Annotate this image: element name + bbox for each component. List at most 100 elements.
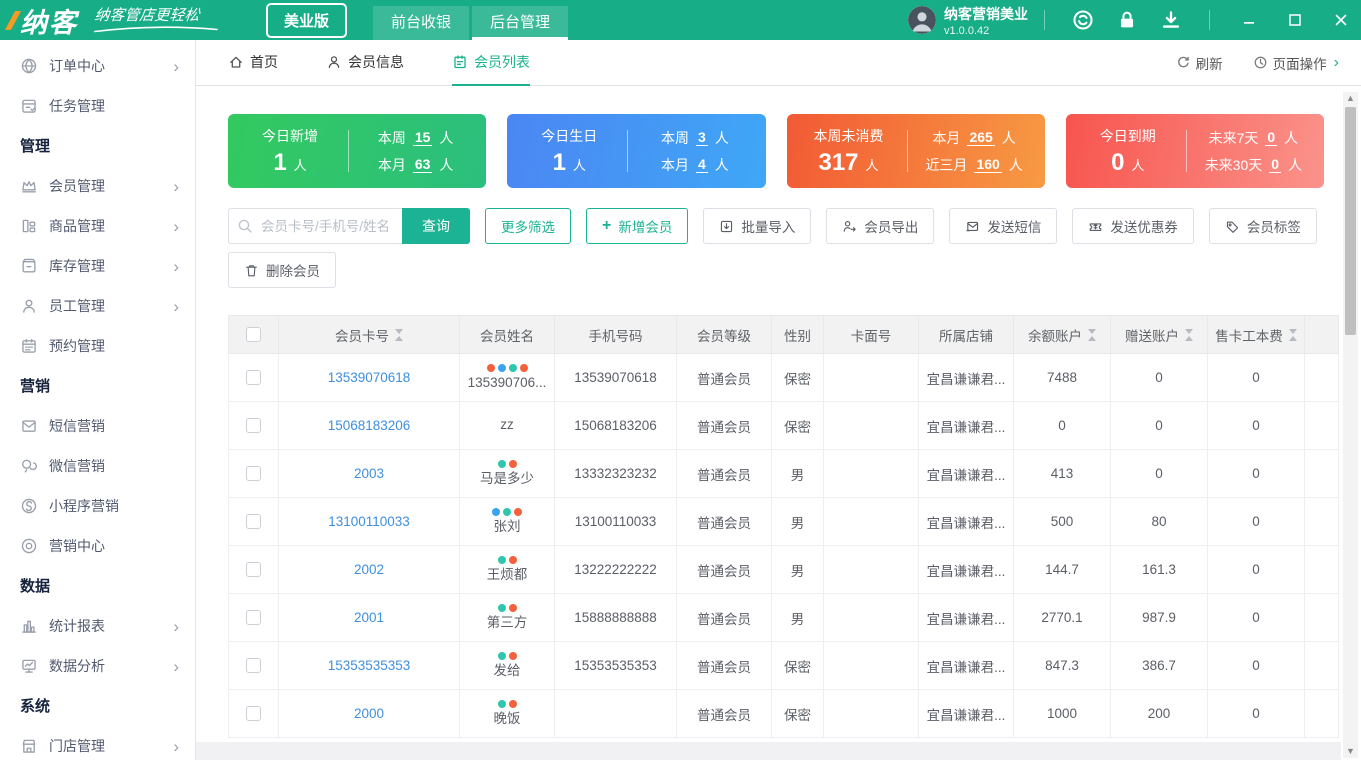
member-name-cell: 第三方 bbox=[459, 593, 555, 642]
send-coupon-button[interactable]: 发送优惠券 bbox=[1072, 208, 1194, 244]
user-info[interactable]: 纳客营销美业 v1.0.0.42 bbox=[908, 4, 1028, 37]
member-export-button[interactable]: 会员导出 bbox=[826, 208, 935, 244]
phone-cell bbox=[554, 689, 677, 738]
sidebar-item-wechat[interactable]: 微信营销 bbox=[0, 446, 195, 486]
column-header[interactable]: 赠送账户 bbox=[1110, 315, 1208, 354]
sidebar-item-globe[interactable]: 订单中心 › bbox=[0, 46, 195, 86]
member-card-link[interactable]: 2001 bbox=[354, 610, 384, 625]
table-header-row: 会员卡号 会员姓名 手机号码 会员等级 性别 卡面号 所属店铺 余额账户 赠送账… bbox=[228, 315, 1339, 354]
column-header[interactable]: 售卡工本费 bbox=[1207, 315, 1305, 354]
minimize-button[interactable] bbox=[1239, 10, 1259, 30]
plus-icon: + bbox=[602, 217, 612, 234]
import-icon bbox=[719, 219, 734, 234]
sidebar-item-task[interactable]: 任务管理 bbox=[0, 86, 195, 126]
row-checkbox[interactable] bbox=[246, 514, 261, 530]
member-card-link[interactable]: 13539070618 bbox=[328, 370, 411, 385]
column-label: 手机号码 bbox=[588, 328, 643, 344]
scroll-up-arrow-icon[interactable]: ▲ bbox=[1346, 92, 1355, 105]
sidebar-item-calendar[interactable]: 预约管理 bbox=[0, 326, 195, 366]
brand-tagline: 纳客管店更轻松 bbox=[93, 7, 222, 33]
row-checkbox[interactable] bbox=[246, 658, 261, 674]
sidebar-item-label: 会员管理 bbox=[49, 178, 105, 194]
vertical-scrollbar[interactable]: ▲ ▼ bbox=[1343, 92, 1358, 758]
column-label: 会员等级 bbox=[697, 328, 751, 344]
close-button[interactable] bbox=[1331, 10, 1351, 30]
sidebar-item-label: 微信营销 bbox=[49, 458, 105, 474]
search-box: 查询 bbox=[228, 208, 470, 244]
send-sms-button[interactable]: 发送短信 bbox=[949, 208, 1058, 244]
sidebar-section-title: 管理 bbox=[20, 138, 51, 155]
member-card-link[interactable]: 2003 bbox=[354, 466, 384, 481]
batch-import-button[interactable]: 批量导入 bbox=[703, 208, 812, 244]
tag-dot bbox=[508, 459, 517, 468]
column-header: 所属店铺 bbox=[918, 315, 1014, 354]
member-card-link[interactable]: 15068183206 bbox=[328, 418, 411, 433]
search-input[interactable] bbox=[228, 208, 402, 244]
sidebar-item-mail[interactable]: 短信营销 bbox=[0, 406, 195, 446]
member-card-link[interactable]: 2000 bbox=[354, 706, 384, 721]
scroll-down-arrow-icon[interactable]: ▼ bbox=[1346, 745, 1355, 758]
store-cell: 宜昌谦谦君... bbox=[918, 545, 1014, 594]
row-checkbox[interactable] bbox=[246, 370, 261, 386]
tab-home[interactable]: 首页 bbox=[228, 40, 278, 86]
gift-cell: 200 bbox=[1110, 689, 1208, 738]
tab-member-list[interactable]: 会员列表 bbox=[452, 40, 530, 86]
sidebar-item-crown[interactable]: 会员管理 › bbox=[0, 166, 195, 206]
tag-dot bbox=[503, 507, 511, 516]
delete-member-button[interactable]: 删除会员 bbox=[228, 252, 336, 288]
fee-cell: 0 bbox=[1207, 641, 1305, 690]
column-header: 手机号码 bbox=[554, 315, 677, 354]
column-header[interactable]: 会员卡号 bbox=[278, 315, 460, 354]
search-button[interactable]: 查询 bbox=[402, 208, 470, 244]
row-checkbox[interactable] bbox=[246, 418, 261, 434]
row-checkbox[interactable] bbox=[246, 706, 261, 722]
stats-card: 今日新增 1人 本周 15 人 本月 63 人 bbox=[228, 114, 487, 188]
row-checkbox[interactable] bbox=[246, 610, 261, 626]
more-filter-button[interactable]: 更多筛选 bbox=[485, 208, 571, 244]
sidebar-item-person[interactable]: 员工管理 › bbox=[0, 286, 195, 326]
member-card-link[interactable]: 15353535353 bbox=[328, 658, 411, 673]
edition-button[interactable]: 美业版 bbox=[266, 2, 348, 38]
top-nav: 前台收银 后台管理 bbox=[373, 6, 571, 40]
extra-cell bbox=[1304, 641, 1339, 690]
sidebar-item-box[interactable]: 库存管理 › bbox=[0, 246, 195, 286]
select-all-checkbox[interactable] bbox=[246, 327, 261, 343]
sidebar-item-miniapp[interactable]: 小程序营销 bbox=[0, 486, 195, 526]
download-icon[interactable] bbox=[1160, 9, 1182, 31]
chevron-right-icon: › bbox=[173, 256, 179, 276]
refresh-button[interactable]: 刷新 bbox=[1176, 53, 1223, 73]
search-icon bbox=[237, 218, 253, 234]
phone-cell: 13539070618 bbox=[554, 353, 677, 402]
scrollbar-thumb[interactable] bbox=[1345, 107, 1356, 335]
customer-service-icon[interactable] bbox=[1072, 9, 1094, 31]
sidebar-item-store[interactable]: 门店管理 › bbox=[0, 726, 195, 760]
page-actions-button[interactable]: 页面操作 › bbox=[1253, 53, 1339, 73]
sidebar-item-target[interactable]: 营销中心 bbox=[0, 526, 195, 566]
nav-front-cashier[interactable]: 前台收银 bbox=[373, 6, 470, 40]
add-member-button[interactable]: + 新增会员 bbox=[586, 208, 689, 244]
lock-icon[interactable] bbox=[1116, 9, 1138, 31]
sidebar-item-goods[interactable]: 商品管理 › bbox=[0, 206, 195, 246]
sidebar-item-monitor[interactable]: 数据分析 › bbox=[0, 646, 195, 686]
wechat-icon bbox=[20, 457, 38, 475]
sidebar-item-chart[interactable]: 统计报表 › bbox=[0, 606, 195, 646]
member-tag-button[interactable]: 会员标签 bbox=[1208, 208, 1317, 244]
card-no-cell: 2002 bbox=[278, 545, 460, 594]
sidebar-item-label: 小程序营销 bbox=[49, 498, 119, 514]
sidebar-item-label: 订单中心 bbox=[49, 58, 105, 74]
member-card-link[interactable]: 2002 bbox=[354, 562, 384, 577]
balance-cell: 1000 bbox=[1013, 689, 1111, 738]
toolbar-second-row: 删除会员 bbox=[228, 252, 1361, 288]
gender-cell: 保密 bbox=[771, 689, 824, 738]
content-area: 今日新增 1人 本周 15 人 本月 63 人 今日生日 1人 本周 3 人 本… bbox=[196, 86, 1361, 738]
gift-cell: 0 bbox=[1110, 401, 1208, 450]
row-checkbox[interactable] bbox=[246, 466, 261, 482]
row-checkbox[interactable] bbox=[246, 562, 261, 578]
chevron-right-icon: › bbox=[173, 216, 179, 236]
member-card-link[interactable]: 13100110033 bbox=[328, 514, 410, 529]
column-header[interactable]: 余额账户 bbox=[1013, 315, 1111, 354]
tab-member-info[interactable]: 会员信息 bbox=[326, 40, 404, 86]
tabbar: 首页 会员信息 会员列表 刷新 页面操作 › bbox=[196, 40, 1361, 86]
nav-backend-admin[interactable]: 后台管理 bbox=[472, 6, 569, 40]
maximize-button[interactable] bbox=[1285, 10, 1305, 30]
